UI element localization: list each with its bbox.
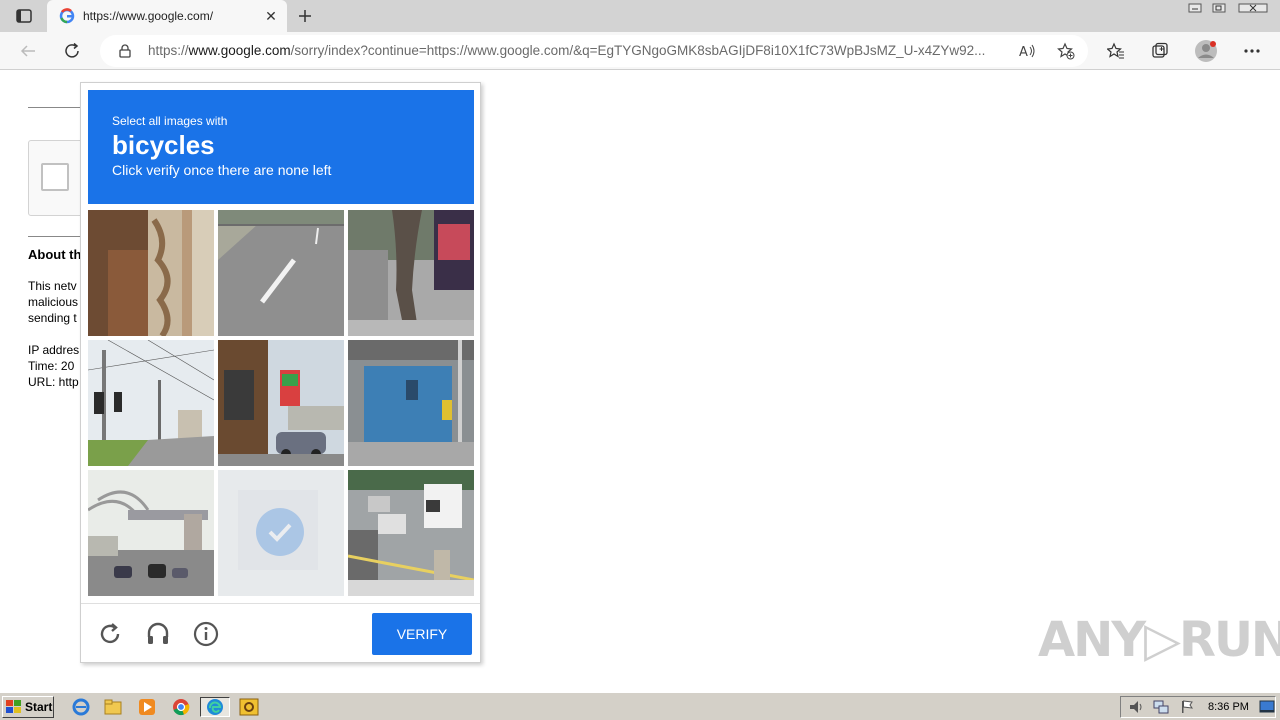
google-favicon-icon [59, 8, 75, 24]
outlook-icon[interactable] [236, 697, 262, 717]
image-tile-4[interactable] [88, 340, 214, 466]
challenge-header: Select all images with bicycles Click ve… [88, 90, 474, 204]
action-center-flag-icon[interactable] [1176, 697, 1198, 717]
audio-challenge-icon[interactable] [144, 620, 172, 648]
captcha-challenge-dialog: Select all images with bicycles Click ve… [80, 82, 481, 663]
tab-close-icon[interactable]: ✕ [259, 4, 283, 28]
image-tile-5[interactable] [218, 340, 344, 466]
url-line: URL: http [28, 375, 79, 389]
verify-button[interactable]: VERIFY [372, 613, 472, 655]
about-heading: About th [28, 247, 82, 262]
volume-icon[interactable] [1126, 697, 1148, 717]
image-grid [88, 210, 474, 596]
show-desktop-icon[interactable] [1256, 697, 1278, 717]
refresh-icon[interactable] [58, 37, 86, 65]
close-window-icon[interactable] [1236, 0, 1270, 16]
recaptcha-checkbox[interactable] [41, 163, 69, 191]
new-tab-icon[interactable] [293, 4, 317, 28]
edge-taskbar-icon[interactable] [200, 697, 230, 717]
image-tile-1[interactable] [88, 210, 214, 336]
time-line: Time: 20 [28, 359, 75, 373]
restore-icon[interactable] [1208, 0, 1230, 16]
read-aloud-icon[interactable]: A [1018, 41, 1038, 61]
collections-icon[interactable] [1146, 37, 1174, 65]
challenge-target: bicycles [112, 130, 215, 160]
internet-explorer-icon[interactable] [70, 697, 92, 717]
instruction-text: Select all images with [112, 114, 228, 128]
file-explorer-icon[interactable] [102, 697, 124, 717]
url-text[interactable]: https://www.google.com/sorry/index?conti… [148, 43, 1008, 58]
add-favorite-icon[interactable] [1056, 41, 1076, 61]
back-icon[interactable] [14, 37, 42, 65]
network-icon[interactable] [1150, 697, 1172, 717]
challenge-footer: VERIFY [81, 603, 480, 663]
about-text-line: sending t [28, 311, 77, 325]
image-tile-6[interactable] [348, 340, 474, 466]
anyrun-watermark: ANY▷RUN [1038, 612, 1280, 668]
tab-strip: https://www.google.com/ ✕ [0, 0, 1280, 32]
tab-actions-icon[interactable] [10, 6, 38, 26]
favorites-icon[interactable] [1102, 37, 1130, 65]
browser-tab[interactable]: https://www.google.com/ ✕ [47, 0, 287, 32]
image-tile-8-selected[interactable] [218, 470, 344, 596]
reload-challenge-icon[interactable] [96, 620, 124, 648]
windows-logo-icon [6, 700, 21, 713]
svg-text:A: A [1019, 45, 1028, 59]
image-tile-9[interactable] [348, 470, 474, 596]
ip-address-line: IP addres [28, 343, 80, 357]
profile-avatar-icon[interactable] [1192, 37, 1220, 65]
image-tile-7[interactable] [88, 470, 214, 596]
checkmark-icon [256, 508, 304, 556]
start-button[interactable]: Start [2, 696, 54, 718]
media-player-icon[interactable] [136, 697, 158, 717]
about-text-line: This netv [28, 279, 77, 293]
more-options-icon[interactable] [1238, 37, 1266, 65]
browser-toolbar: https://www.google.com/sorry/index?conti… [0, 32, 1280, 70]
image-tile-3[interactable] [348, 210, 474, 336]
about-text-line: malicious [28, 295, 79, 309]
address-bar[interactable]: https://www.google.com/sorry/index?conti… [100, 35, 1088, 67]
image-tile-2[interactable] [218, 210, 344, 336]
info-icon[interactable] [192, 620, 220, 648]
tab-title: https://www.google.com/ [83, 9, 214, 23]
minimize-icon[interactable] [1184, 0, 1206, 16]
instruction-subtext: Click verify once there are none left [112, 162, 332, 178]
chrome-icon[interactable] [170, 697, 192, 717]
taskbar: Start 8:36 PM [0, 692, 1280, 720]
lock-icon[interactable] [118, 44, 132, 63]
taskbar-clock: 8:36 PM [1208, 701, 1249, 713]
